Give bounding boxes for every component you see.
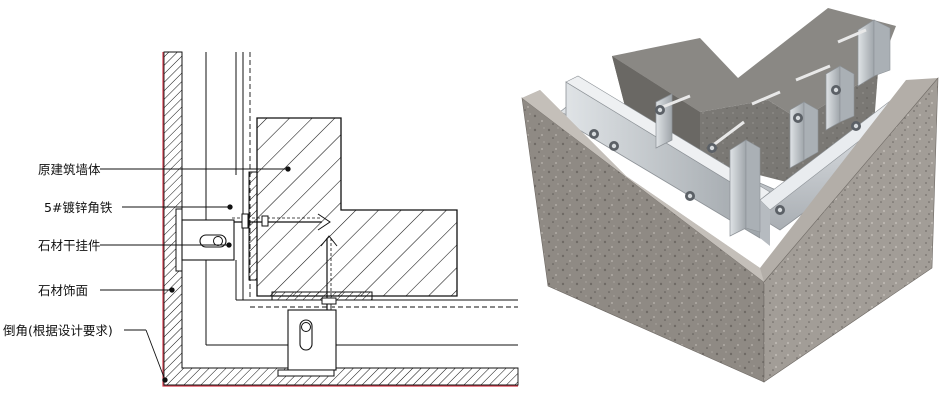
angle-post <box>729 139 747 237</box>
corner-3d-rendering <box>521 8 939 383</box>
angle-post <box>655 93 673 149</box>
stone-pendant-bottom <box>277 309 337 377</box>
label-stone-facing: 石材饰面 <box>38 283 88 298</box>
label-stone-pendant: 石材干挂件 <box>38 238 101 253</box>
angle-steel-vertical <box>248 171 258 281</box>
angle-post <box>789 101 805 169</box>
label-chamfer: 倒角(根据设计要求) <box>3 323 113 338</box>
label-building-wall: 原建筑墙体 <box>38 162 101 177</box>
stone-cladding-corner-diagram: 原建筑墙体 5#镀锌角铁 石材干挂件 石材饰面 倒角(根据设计要求) <box>3 8 939 387</box>
label-angle-steel: 5#镀锌角铁 <box>44 200 113 215</box>
stone-pendant-left <box>175 208 235 272</box>
section-drawing: 原建筑墙体 5#镀锌角铁 石材干挂件 石材饰面 倒角(根据设计要求) <box>3 51 519 387</box>
building-wall <box>256 117 458 297</box>
angle-post <box>857 19 875 87</box>
angle-post <box>825 65 841 131</box>
